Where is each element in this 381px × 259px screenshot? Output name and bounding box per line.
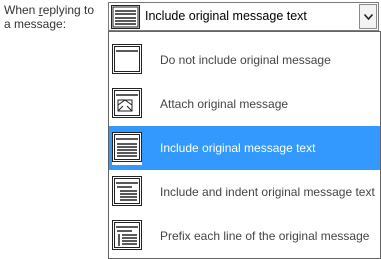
label-text-3: a message: [4, 17, 67, 31]
option-do-not-include[interactable]: Do not include original message [109, 38, 380, 82]
reply-option-listbox[interactable]: Do not include original message Attach o… [108, 31, 381, 259]
combobox-value: Include original message text [145, 9, 307, 23]
label-text-2: eplying to [42, 3, 95, 17]
option-label: Include and indent original message text [160, 185, 375, 199]
chevron-down-icon [364, 14, 373, 20]
dropdown-button[interactable] [359, 4, 377, 29]
option-prefix-lines[interactable]: Prefix each line of the original message [109, 214, 380, 258]
include-text-icon [112, 132, 142, 165]
option-label: Prefix each line of the original message [160, 229, 370, 243]
label-text-1: When [4, 3, 39, 17]
option-include-text[interactable]: Include original message text [109, 126, 380, 170]
attachment-envelope-icon [112, 88, 142, 121]
indent-text-icon [112, 176, 142, 209]
option-include-indent[interactable]: Include and indent original message text [109, 170, 380, 214]
option-label: Include original message text [160, 141, 316, 155]
reply-option-label: When replying to a message: [4, 3, 108, 31]
reply-option-combobox[interactable]: Include original message text [108, 2, 379, 31]
include-text-icon [111, 5, 140, 32]
option-label: Attach original message [160, 97, 289, 111]
blank-message-icon [112, 44, 142, 77]
option-label: Do not include original message [160, 53, 331, 67]
option-attach[interactable]: Attach original message [109, 82, 380, 126]
prefix-lines-icon [112, 220, 142, 253]
